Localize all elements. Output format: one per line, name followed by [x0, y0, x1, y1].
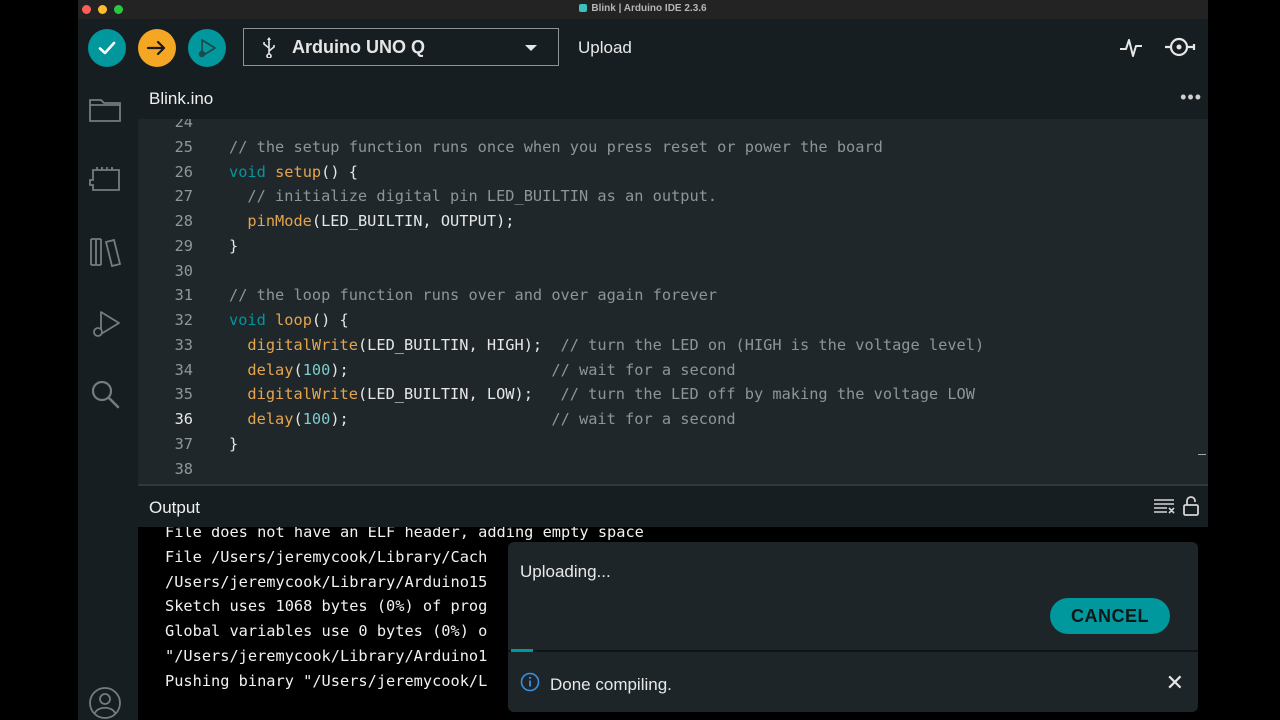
- debug-button[interactable]: [188, 29, 226, 67]
- window-title: Blink | Arduino IDE 2.3.6: [78, 3, 1208, 14]
- code-line[interactable]: 24: [138, 119, 1208, 135]
- usb-icon: [263, 37, 275, 58]
- code-text: }: [229, 236, 239, 255]
- more-options-icon[interactable]: •••: [1180, 87, 1202, 108]
- line-number: 33: [174, 335, 193, 354]
- output-line: /Users/jeremycook/Library/Arduino15: [165, 572, 488, 591]
- toolbar: Arduino UNO Q Upload: [78, 19, 1208, 83]
- code-line[interactable]: 35 digitalWrite(LED_BUILTIN, LOW); // tu…: [138, 382, 1208, 407]
- upload-label: Upload: [578, 38, 632, 57]
- upload-button[interactable]: [138, 29, 176, 67]
- output-line: Global variables use 0 bytes (0%) o: [165, 622, 488, 641]
- line-number: 32: [174, 311, 193, 329]
- clear-output-icon[interactable]: [1153, 497, 1175, 515]
- arrow-right-icon: [146, 40, 166, 56]
- code-text: delay(100); // wait for a second: [247, 360, 736, 379]
- code-text: void loop() {: [229, 311, 349, 329]
- verify-button[interactable]: [88, 29, 126, 67]
- cancel-button[interactable]: CANCEL: [1050, 598, 1170, 634]
- code-line[interactable]: 34 delay(100); // wait for a second: [138, 358, 1208, 383]
- code-text: delay(100); // wait for a second: [247, 410, 736, 428]
- upload-progress-text: Uploading...: [520, 562, 611, 581]
- output-line: Sketch uses 1068 bytes (0%) of prog: [165, 597, 488, 616]
- search-icon[interactable]: [87, 376, 123, 412]
- code-line[interactable]: 36 delay(100); // wait for a second: [138, 407, 1208, 432]
- debug-play-icon: [198, 39, 216, 58]
- code-text: // the setup function runs once when you…: [229, 137, 883, 156]
- sidebar: [78, 83, 138, 720]
- serial-plotter-icon[interactable]: [1118, 34, 1144, 60]
- line-number: 36: [174, 410, 193, 428]
- code-line[interactable]: 30: [138, 259, 1208, 284]
- line-number: 25: [174, 137, 193, 156]
- debug-icon[interactable]: [87, 306, 123, 342]
- line-number: 34: [174, 360, 193, 379]
- line-number: 24: [174, 119, 193, 131]
- code-line[interactable]: 25 // the setup function runs once when y…: [138, 135, 1208, 160]
- output-line: File /Users/jeremycook/Library/Cach: [165, 547, 488, 566]
- line-number: 35: [174, 385, 193, 404]
- code-text: }: [229, 434, 239, 453]
- notification-message: Done compiling.: [550, 675, 672, 694]
- board-name: Arduino UNO Q: [292, 37, 425, 57]
- line-number: 38: [174, 459, 193, 478]
- output-line: Pushing binary "/Users/jeremycook/L: [165, 671, 488, 690]
- code-line[interactable]: 37}: [138, 432, 1208, 457]
- code-text: void setup() {: [229, 162, 358, 181]
- library-manager-icon[interactable]: [87, 234, 123, 270]
- code-text: digitalWrite(LED_BUILTIN, LOW); // turn …: [247, 385, 975, 404]
- output-title: Output: [149, 498, 201, 517]
- upload-notification: Uploading... CANCEL Done compiling. ✕: [508, 542, 1198, 712]
- code-text: digitalWrite(LED_BUILTIN, HIGH); // turn…: [247, 335, 985, 354]
- line-number: 30: [174, 261, 193, 280]
- tab-bar: Blink.ino •••: [138, 83, 1208, 119]
- code-text: // initialize digital pin LED_BUILTIN as…: [247, 187, 718, 206]
- code-line[interactable]: 27 // initialize digital pin LED_BUILTIN…: [138, 184, 1208, 209]
- line-number: 26: [174, 162, 193, 181]
- ide-window: Blink | Arduino IDE 2.3.6 Arduino UNO Q …: [78, 0, 1208, 720]
- code-line[interactable]: 38: [138, 457, 1208, 482]
- board-selector[interactable]: Arduino UNO Q: [243, 28, 559, 66]
- title-bar: Blink | Arduino IDE 2.3.6: [78, 0, 1208, 19]
- code-line[interactable]: 26 void setup() {: [138, 160, 1208, 185]
- output-header: Output: [138, 484, 1208, 527]
- account-icon[interactable]: [87, 685, 123, 720]
- line-number: 37: [174, 434, 193, 453]
- code-line[interactable]: 31 // the loop function runs over and ove…: [138, 283, 1208, 308]
- code-line[interactable]: 29}: [138, 234, 1208, 259]
- output-line: "/Users/jeremycook/Library/Arduino1: [165, 647, 488, 665]
- line-number: 27: [174, 187, 193, 206]
- scroll-lock-icon[interactable]: [1182, 495, 1200, 517]
- line-number: 31: [174, 286, 193, 305]
- folder-icon[interactable]: [87, 90, 123, 126]
- code-text: // the loop function runs over and over …: [229, 286, 718, 305]
- checkmark-icon: [98, 41, 116, 55]
- board-manager-icon[interactable]: [87, 162, 123, 198]
- upload-progress-bar: [511, 649, 533, 652]
- code-line[interactable]: 33 digitalWrite(LED_BUILTIN, HIGH); // t…: [138, 333, 1208, 358]
- serial-monitor-icon[interactable]: [1164, 34, 1198, 60]
- code-editor[interactable]: 24 25 // the setup function runs once when…: [138, 119, 1208, 484]
- line-number: 29: [174, 236, 193, 255]
- close-icon[interactable]: ✕: [1166, 670, 1184, 696]
- notification-divider: [508, 650, 1198, 652]
- chevron-down-icon: [525, 45, 537, 51]
- app-icon: [579, 4, 588, 12]
- code-text: pinMode(LED_BUILTIN, OUTPUT);: [247, 212, 515, 230]
- tab-blink-ino[interactable]: Blink.ino: [149, 89, 213, 109]
- line-number: 28: [174, 212, 193, 230]
- code-line[interactable]: 32 void loop() {: [138, 308, 1208, 333]
- info-icon: [520, 672, 540, 692]
- code-line[interactable]: 28 pinMode(LED_BUILTIN, OUTPUT);: [138, 209, 1208, 234]
